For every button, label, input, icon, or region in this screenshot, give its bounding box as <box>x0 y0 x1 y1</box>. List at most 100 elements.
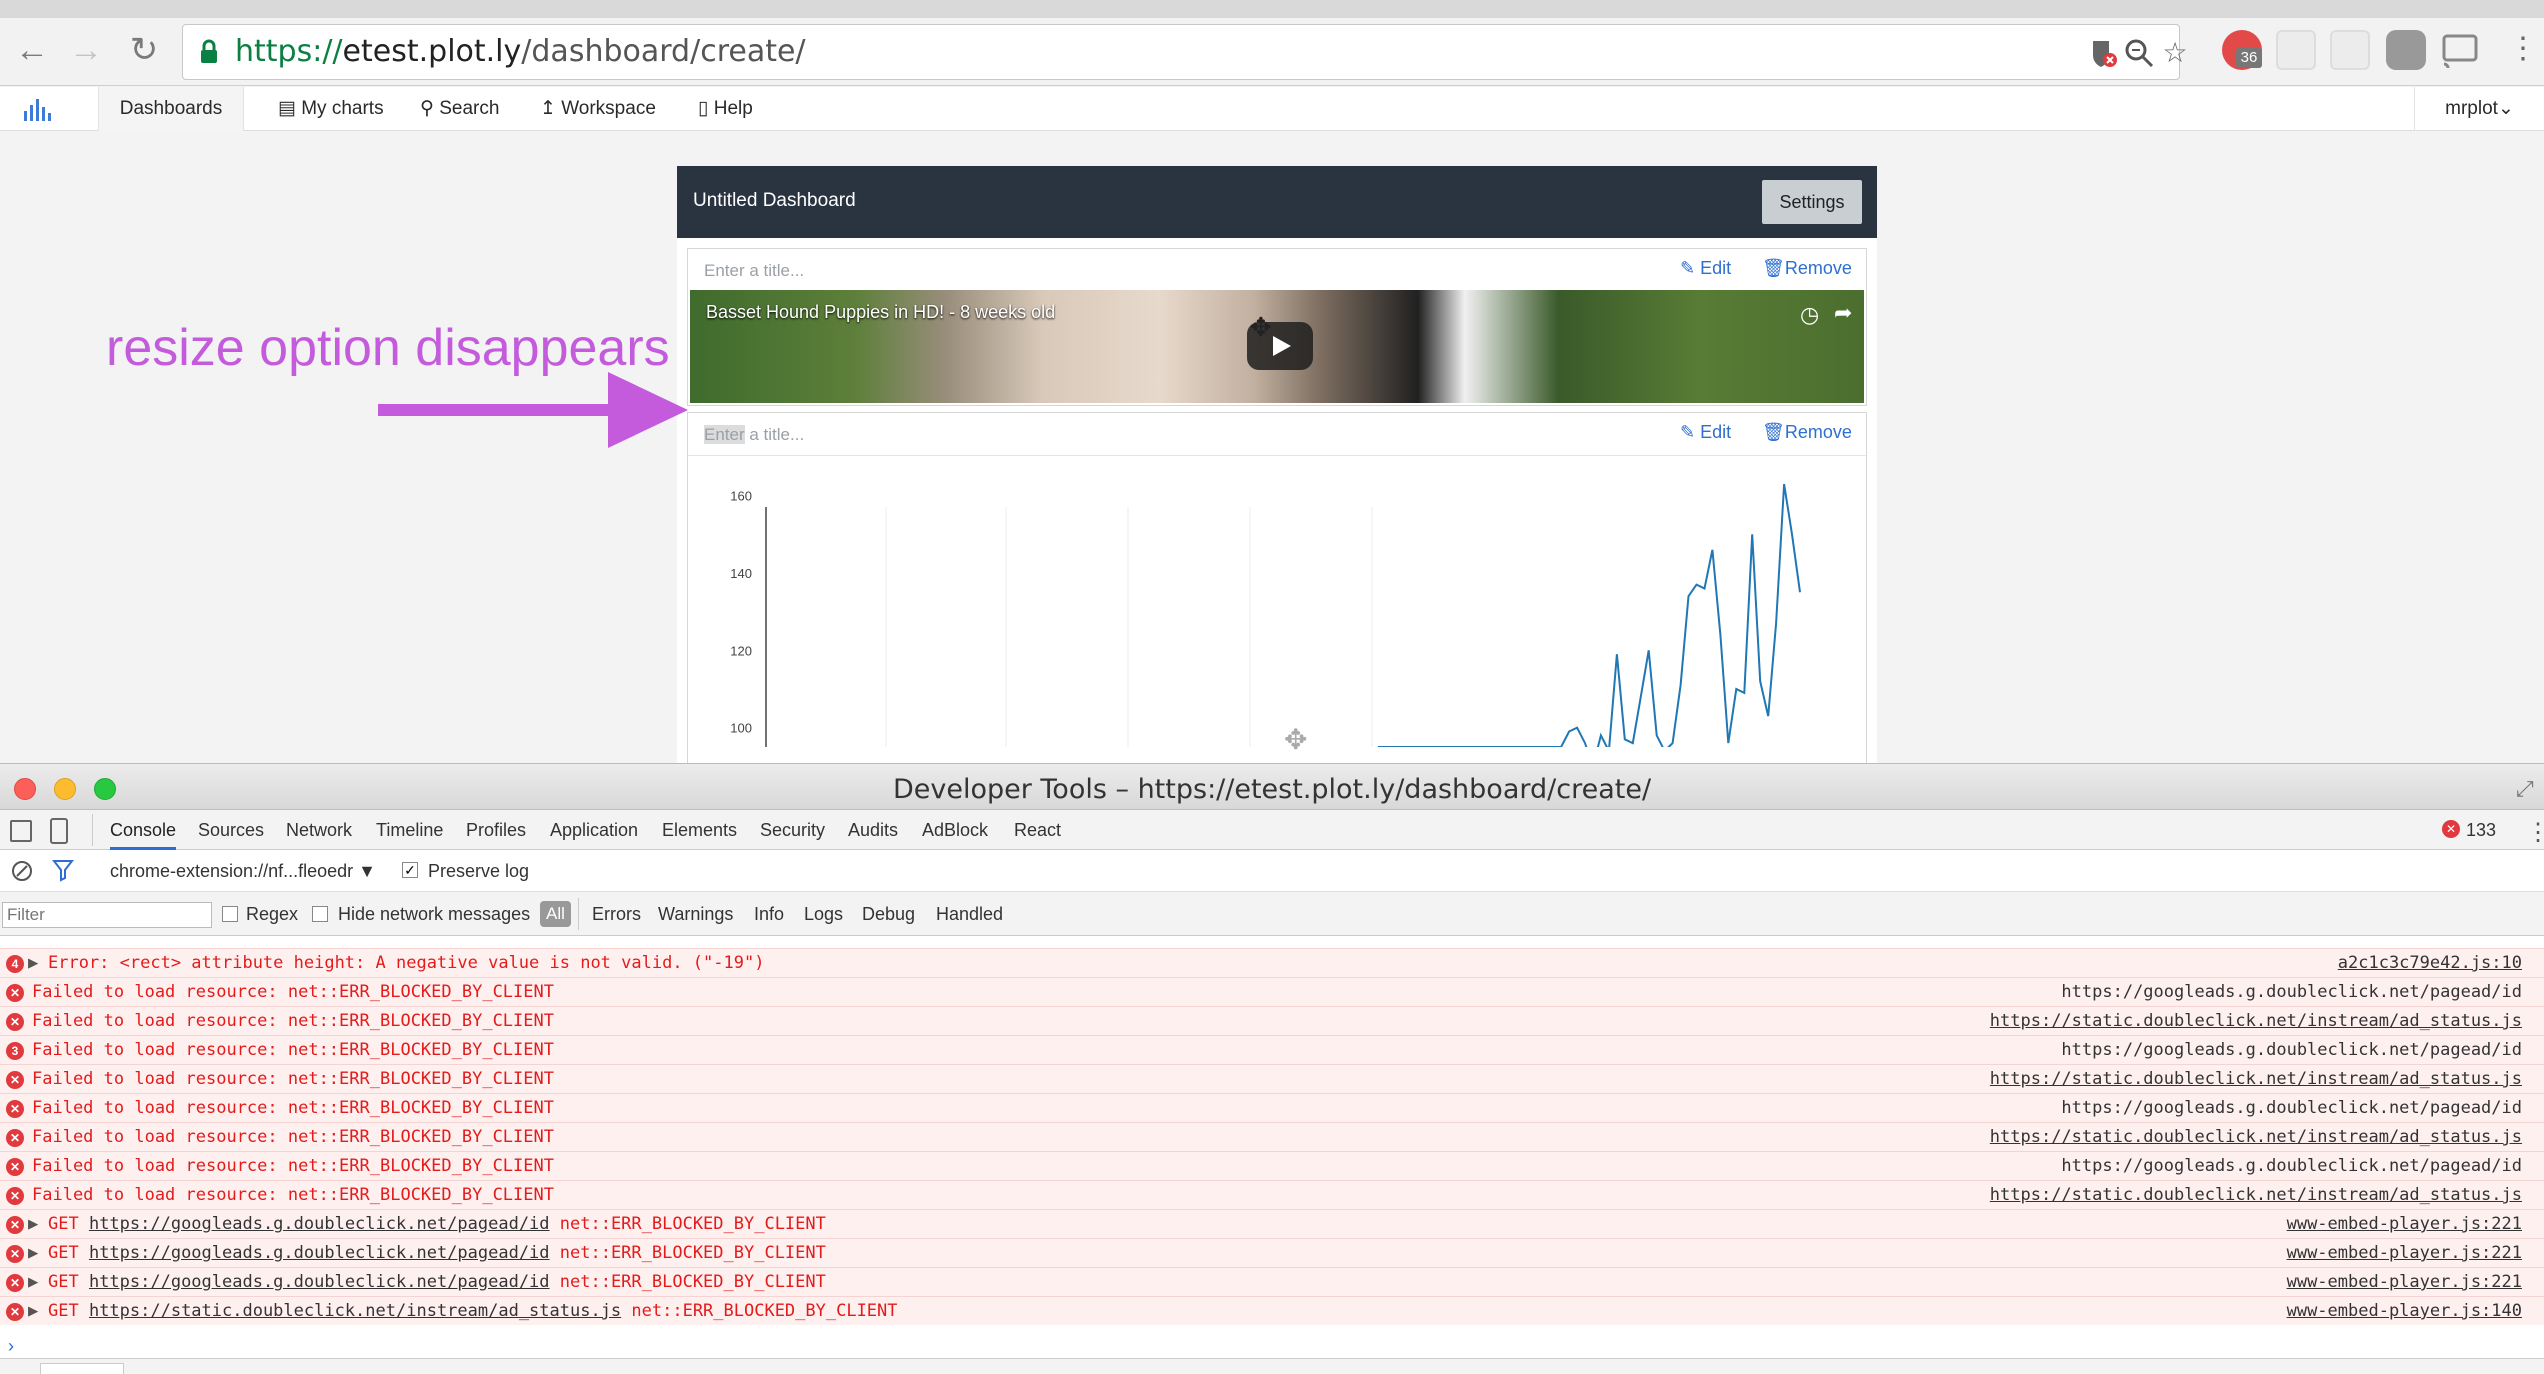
expand-caret-icon[interactable]: ▶ <box>28 1243 38 1263</box>
message-source-link[interactable]: https://googleads.g.doubleclick.net/page… <box>2061 1040 2522 1060</box>
clock-icon[interactable]: ◷ <box>1800 302 1819 328</box>
console-message-row[interactable]: ✕ Failed to load resource: net::ERR_BLOCK… <box>0 977 2544 1006</box>
request-url-link[interactable]: https://googleads.g.doubleclick.net/page… <box>89 1214 550 1234</box>
tab-timeline[interactable]: Timeline <box>376 810 443 850</box>
tab-audits[interactable]: Audits <box>848 810 898 850</box>
message-source-link[interactable]: www-embed-player.js:221 <box>2287 1272 2522 1292</box>
clear-console-icon[interactable] <box>12 861 32 881</box>
console-message-row[interactable]: ✕ ▶ GET https://static.doubleclick.net/ins… <box>0 1296 2544 1325</box>
extension-icon[interactable]: 36 <box>2222 30 2262 70</box>
nav-workspace[interactable]: ↥ Workspace <box>540 87 656 131</box>
console-message-row[interactable]: ✕ ▶ GET https://googleads.g.doubleclick.ne… <box>0 1209 2544 1238</box>
message-source-link[interactable]: https://static.doubleclick.net/instream/… <box>1990 1127 2522 1147</box>
tab-react[interactable]: React <box>1014 810 1061 850</box>
console-message-row[interactable]: ✕ Failed to load resource: net::ERR_BLOCK… <box>0 1151 2544 1180</box>
level-all[interactable]: All <box>540 901 571 927</box>
menu-icon[interactable]: ⋮ <box>2508 34 2538 64</box>
more-options-icon[interactable]: ⋮ <box>2526 818 2544 847</box>
panel-title-input[interactable]: Enter a title... <box>704 425 804 445</box>
console-message-row[interactable]: ✕ Failed to load resource: net::ERR_BLOCK… <box>0 1006 2544 1035</box>
device-mode-icon[interactable] <box>50 818 68 844</box>
video-title[interactable]: Basset Hound Puppies in HD! - 8 weeks ol… <box>706 302 1055 323</box>
request-url-link[interactable]: https://googleads.g.doubleclick.net/page… <box>89 1272 550 1292</box>
nav-search[interactable]: ⚲ Search <box>420 87 499 131</box>
console-message-row[interactable]: ✕ ▶ GET https://googleads.g.doubleclick.ne… <box>0 1238 2544 1267</box>
message-source-link[interactable]: https://static.doubleclick.net/instream/… <box>1990 1185 2522 1205</box>
console-message-row[interactable]: ✕ Failed to load resource: net::ERR_BLOCK… <box>0 1093 2544 1122</box>
user-menu[interactable]: mrplot⌄ <box>2414 87 2544 131</box>
tab-profiles[interactable]: Profiles <box>466 810 526 850</box>
nav-my-charts[interactable]: ▤ My charts <box>278 87 384 131</box>
edit-button[interactable]: ✎ Edit <box>1680 422 1731 443</box>
expand-caret-icon[interactable]: ▶ <box>28 1214 38 1234</box>
tab-console[interactable]: Console <box>110 810 177 850</box>
hide-network-checkbox[interactable] <box>312 906 328 922</box>
preserve-log-checkbox[interactable]: ✓ <box>402 862 418 878</box>
expand-icon[interactable]: ⤢ <box>2516 776 2534 802</box>
request-url-link[interactable]: https://googleads.g.doubleclick.net/page… <box>89 1243 550 1263</box>
move-icon[interactable]: ✥ <box>1250 312 1272 343</box>
dashboard-title[interactable]: Untitled Dashboard <box>693 190 856 212</box>
message-source-link[interactable]: a2c1c3c79e42.js:10 <box>2338 953 2522 973</box>
message-source-link[interactable]: www-embed-player.js:221 <box>2287 1243 2522 1263</box>
tab-elements[interactable]: Elements <box>662 810 737 850</box>
message-source-link[interactable]: https://googleads.g.doubleclick.net/page… <box>2061 1098 2522 1118</box>
edit-button[interactable]: ✎ Edit <box>1680 258 1731 279</box>
message-source-link[interactable]: https://static.doubleclick.net/instream/… <box>1990 1069 2522 1089</box>
tab-network[interactable]: Network <box>286 810 352 850</box>
console-message-row[interactable]: ✕ Failed to load resource: net::ERR_BLOCK… <box>0 1064 2544 1093</box>
line-chart[interactable]: 160 140 120 100 <box>688 457 1866 747</box>
error-count[interactable]: 133 <box>2466 810 2496 850</box>
cast-icon[interactable] <box>2440 30 2480 70</box>
filter-icon[interactable] <box>51 858 75 887</box>
nav-help[interactable]: ▯ Help <box>698 87 753 131</box>
plotly-logo-icon[interactable] <box>22 97 56 128</box>
message-source-link[interactable]: www-embed-player.js:140 <box>2287 1301 2522 1321</box>
expand-caret-icon[interactable]: ▶ <box>28 1272 38 1292</box>
nav-dashboards[interactable]: Dashboards <box>98 87 244 131</box>
remove-button[interactable]: 🗑Remove <box>1762 422 1852 443</box>
level-logs[interactable]: Logs <box>804 892 843 936</box>
console-message-row[interactable]: 3 Failed to load resource: net::ERR_BLOCK… <box>0 1035 2544 1064</box>
regex-checkbox[interactable] <box>222 906 238 922</box>
forward-icon[interactable]: → <box>66 30 106 70</box>
console-message-row[interactable]: ✕ Failed to load resource: net::ERR_BLOCK… <box>0 1122 2544 1151</box>
share-icon[interactable]: ➦ <box>1834 300 1852 326</box>
console-message-row[interactable]: 4 ▶ Error: <rect> attribute height: A nega… <box>0 948 2544 977</box>
request-url-link[interactable]: https://static.doubleclick.net/instream/… <box>89 1301 621 1321</box>
message-source-link[interactable]: https://googleads.g.doubleclick.net/page… <box>2061 982 2522 1002</box>
context-selector[interactable]: chrome-extension://nf...fleoedr ▼ <box>110 849 376 893</box>
tab-application[interactable]: Application <box>550 810 638 850</box>
extension-icon[interactable] <box>2386 30 2426 70</box>
filter-input[interactable] <box>2 902 212 928</box>
inspect-element-icon[interactable] <box>10 820 32 842</box>
level-handled[interactable]: Handled <box>936 892 1003 936</box>
tab-security[interactable]: Security <box>760 810 825 850</box>
address-bar[interactable]: https://etest.plot.ly/dashboard/create/ … <box>182 24 2188 80</box>
tab-sources[interactable]: Sources <box>198 810 264 850</box>
move-icon[interactable]: ✥ <box>1284 723 1307 756</box>
message-source-link[interactable]: www-embed-player.js:221 <box>2287 1214 2522 1234</box>
bookmark-star-icon[interactable]: ☆ <box>2159 37 2191 69</box>
console-message-row[interactable]: ✕ ▶ GET https://googleads.g.doubleclick.ne… <box>0 1267 2544 1296</box>
message-source-link[interactable]: https://googleads.g.doubleclick.net/page… <box>2061 1156 2522 1176</box>
zoom-icon[interactable] <box>2123 37 2155 69</box>
panel-title-input[interactable]: Enter a title... <box>704 261 804 281</box>
console-prompt-icon[interactable]: › <box>8 1336 14 1357</box>
level-debug[interactable]: Debug <box>862 892 915 936</box>
blocked-content-icon[interactable] <box>2087 37 2119 69</box>
settings-button[interactable]: Settings <box>1762 180 1862 224</box>
series-line[interactable] <box>1378 483 1801 747</box>
tab-adblock[interactable]: AdBlock <box>922 810 988 850</box>
level-info[interactable]: Info <box>754 892 784 936</box>
level-warnings[interactable]: Warnings <box>658 892 733 936</box>
extension-icon[interactable] <box>2276 30 2316 70</box>
message-source-link[interactable]: https://static.doubleclick.net/instream/… <box>1990 1011 2522 1031</box>
reload-icon[interactable]: ↻ <box>124 30 164 70</box>
video-embed[interactable]: Basset Hound Puppies in HD! - 8 weeks ol… <box>690 290 1864 403</box>
level-errors[interactable]: Errors <box>592 892 641 936</box>
console-message-row[interactable]: ✕ Failed to load resource: net::ERR_BLOCK… <box>0 1180 2544 1209</box>
back-icon[interactable]: ← <box>12 30 52 70</box>
drawer-tab[interactable] <box>40 1363 124 1374</box>
extension-icon[interactable] <box>2330 30 2370 70</box>
